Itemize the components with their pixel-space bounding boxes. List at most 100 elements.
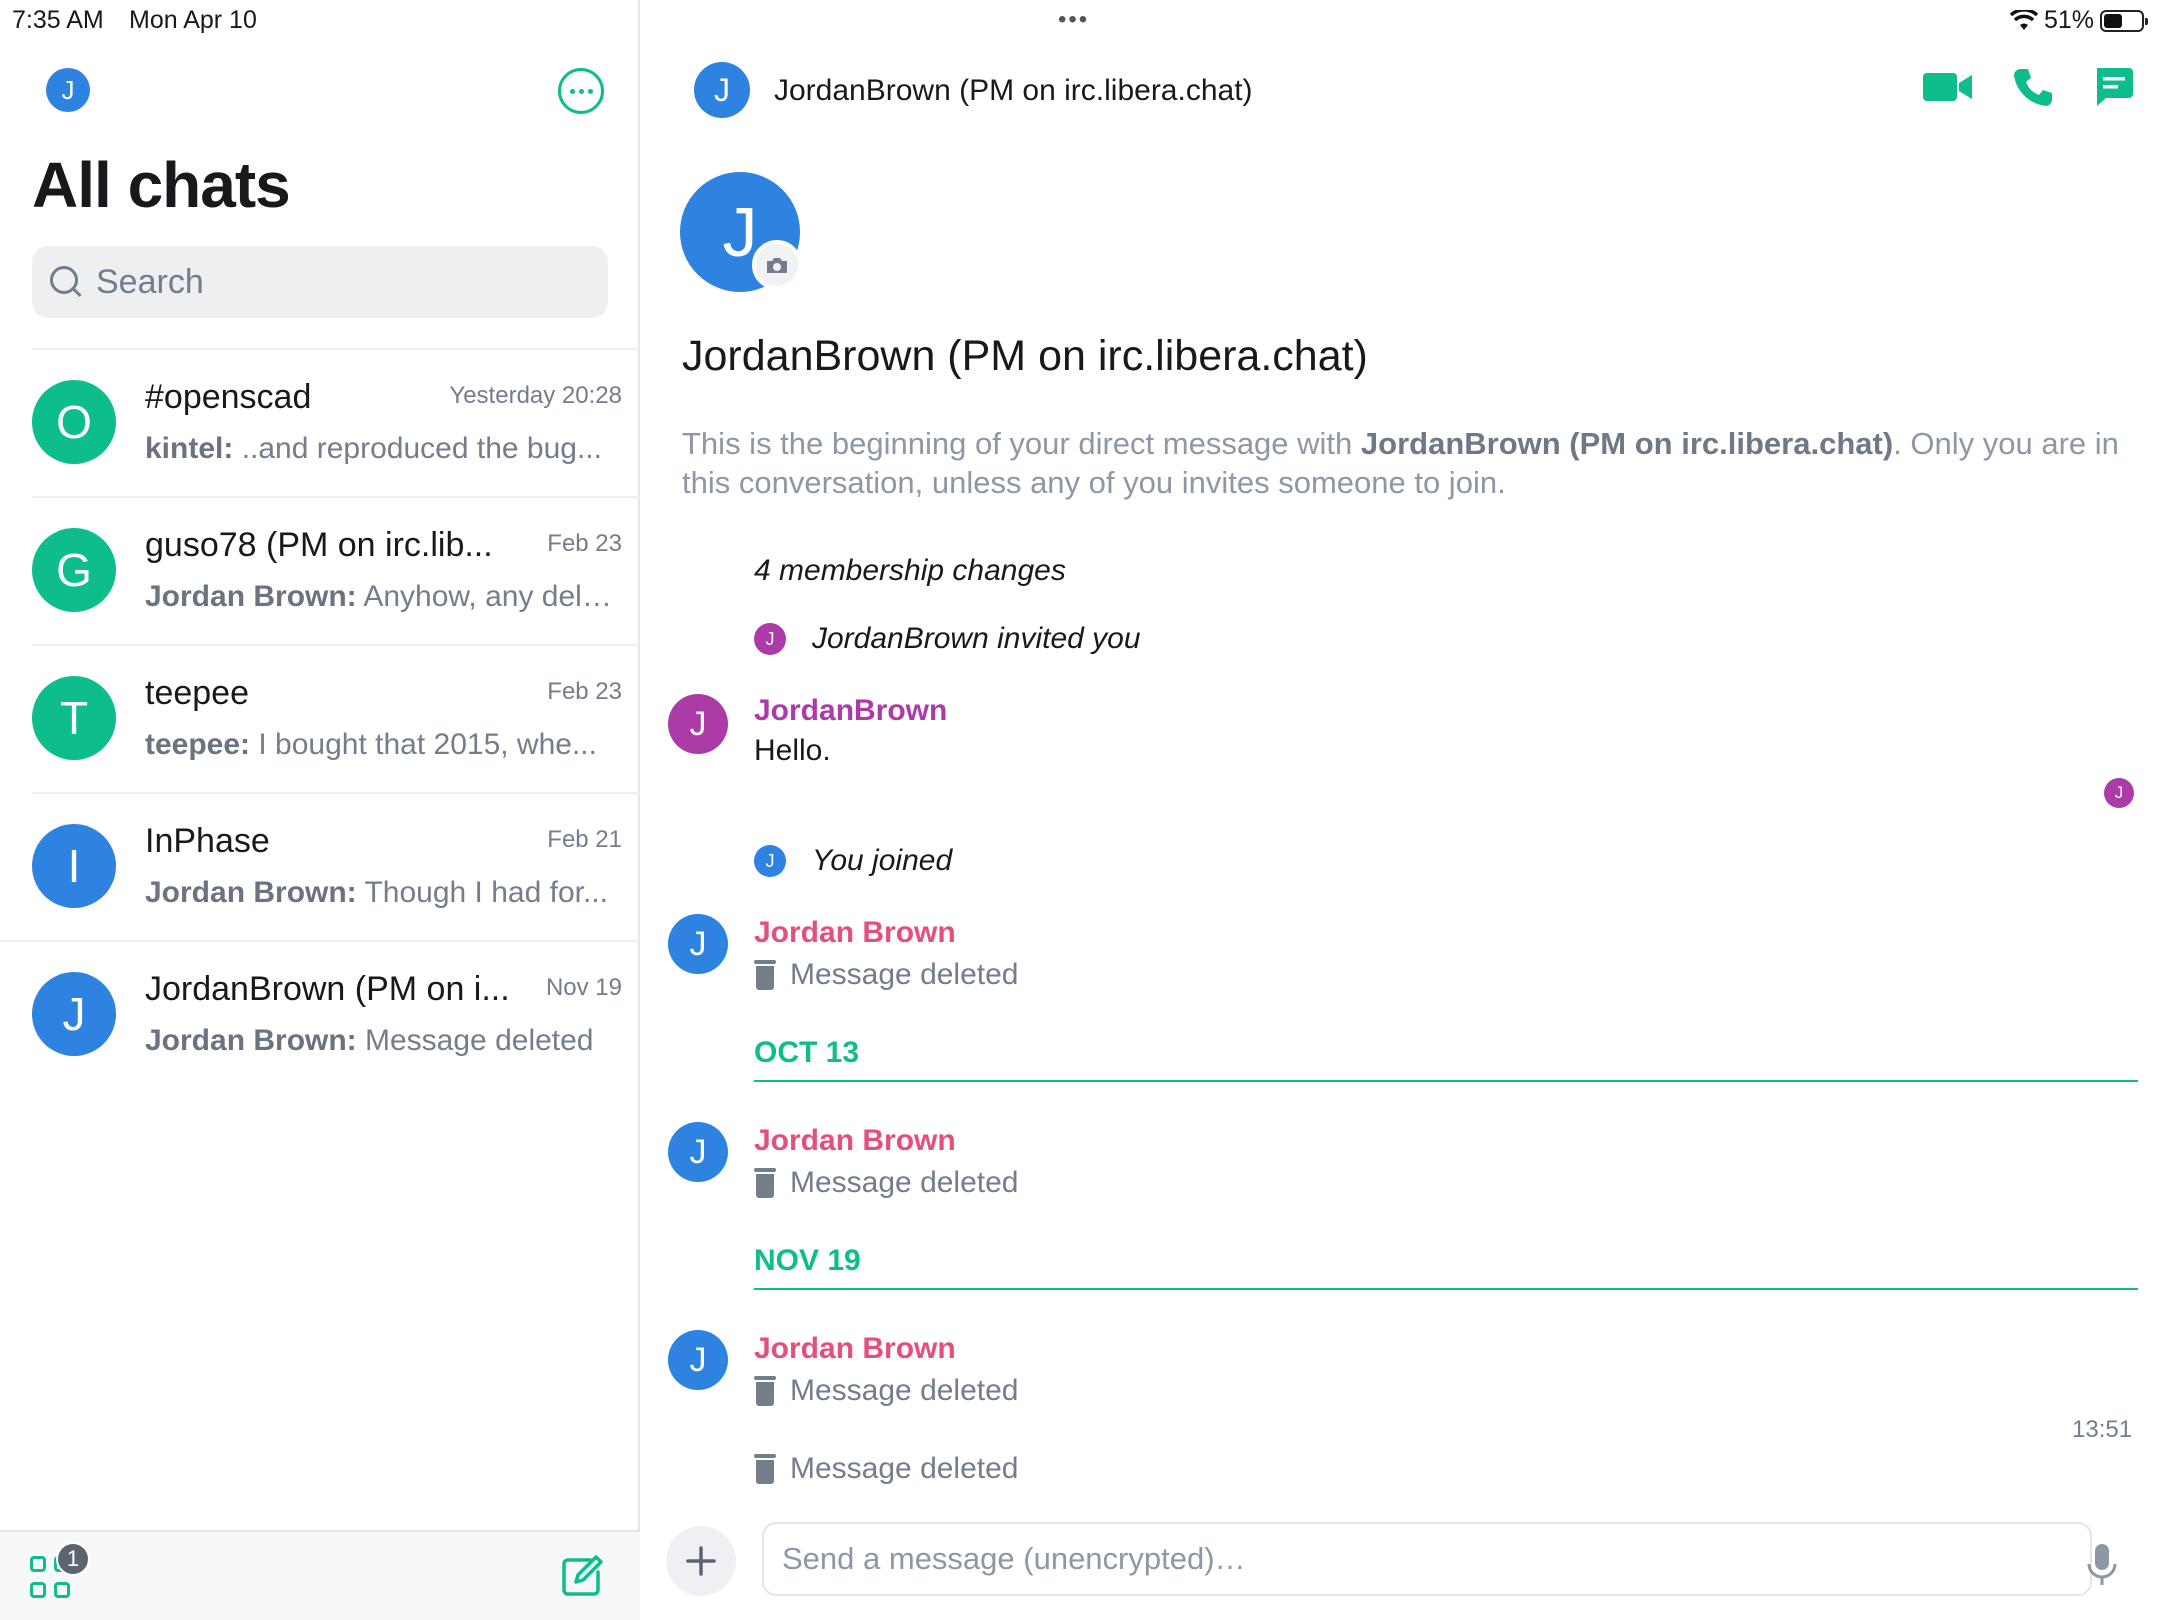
message-body: Hello. <box>754 734 831 767</box>
sender-name[interactable]: Jordan Brown <box>754 916 956 950</box>
grid-cell <box>30 1582 46 1598</box>
preview-text: ..and reproduced the bug... <box>233 432 602 465</box>
join-event: J You joined <box>754 844 952 878</box>
chat-name: #openscad <box>145 378 312 416</box>
room-name-heading: JordanBrown (PM on irc.libera.chat) <box>682 332 1368 380</box>
search-icon <box>48 264 84 300</box>
preview-text: Though I had for... <box>356 876 608 909</box>
grid-cell <box>54 1582 70 1598</box>
chat-preview: Jordan Brown: Though I had for... <box>145 876 608 910</box>
room-avatar[interactable]: J <box>694 62 750 118</box>
dot-icon <box>569 88 575 94</box>
sender-avatar[interactable]: J <box>668 694 728 754</box>
status-date: Mon Apr 10 <box>129 6 257 34</box>
join-event-text: You joined <box>812 844 953 877</box>
sender-name[interactable]: Jordan Brown <box>754 1124 956 1158</box>
chat-avatar: J <box>32 972 116 1056</box>
search-input[interactable] <box>96 262 576 302</box>
user-avatar[interactable]: J <box>46 68 90 112</box>
chat-sidebar: J All chats O #openscad Yesterday 20:28 … <box>0 0 640 1620</box>
voice-call-icon[interactable] <box>2012 66 2054 108</box>
attach-button[interactable] <box>666 1526 736 1596</box>
message-composer <box>642 1510 2160 1620</box>
chat-name: guso78 (PM on irc.lib... <box>145 526 493 564</box>
invite-event-text: JordanBrown invited you <box>812 622 1141 655</box>
sender-name[interactable]: JordanBrown <box>754 694 947 728</box>
preview-sender: Jordan Brown: <box>145 580 357 613</box>
membership-summary[interactable]: 4 membership changes <box>754 554 1066 588</box>
wifi-icon <box>2009 9 2038 30</box>
chat-name: InPhase <box>145 822 270 860</box>
room-header: J JordanBrown (PM on irc.libera.chat) <box>642 40 2160 140</box>
page-title: All chats <box>32 149 291 221</box>
dot-icon <box>578 88 584 94</box>
event-avatar: J <box>754 623 786 655</box>
chat-list-item[interactable]: I InPhase Feb 21 Jordan Brown: Though I … <box>32 792 640 940</box>
chat-list: O #openscad Yesterday 20:28 kintel: ..an… <box>0 348 640 1088</box>
deleted-message: Message deleted <box>754 1374 1019 1408</box>
deleted-message: Message deleted <box>754 1166 1019 1200</box>
status-bar: 7:35 AM Mon Apr 10 ••• 51% <box>0 0 2160 40</box>
chat-list-item[interactable]: T teepee Feb 23 teepee: I bought that 20… <box>32 644 640 792</box>
search-bar[interactable] <box>32 246 608 318</box>
microphone-icon[interactable] <box>2082 1540 2122 1590</box>
more-options-button[interactable] <box>558 68 604 114</box>
chat-name: JordanBrown (PM on i... <box>145 970 510 1008</box>
sender-avatar[interactable]: J <box>668 914 728 974</box>
sender-avatar[interactable]: J <box>668 1330 728 1390</box>
date-separator: OCT 13 <box>754 1036 2138 1082</box>
chat-list-item[interactable]: O #openscad Yesterday 20:28 kintel: ..an… <box>32 348 640 496</box>
chat-time: Yesterday 20:28 <box>449 382 622 409</box>
deleted-text: Message deleted <box>790 1452 1019 1485</box>
chat-time: Nov 19 <box>545 974 622 1001</box>
chat-list-item[interactable]: G guso78 (PM on irc.lib... Feb 23 Jordan… <box>32 496 640 644</box>
trash-icon <box>754 1168 776 1198</box>
chat-list-item-selected[interactable]: J JordanBrown (PM on i... Nov 19 Jordan … <box>0 940 640 1088</box>
deleted-text: Message deleted <box>790 1166 1019 1199</box>
notification-badge: 1 <box>56 1542 90 1576</box>
trash-icon <box>754 1454 776 1484</box>
thread-icon[interactable] <box>2092 66 2134 108</box>
chat-preview: Jordan Brown: Anyhow, any dela... <box>145 580 615 614</box>
compose-icon[interactable] <box>560 1554 604 1598</box>
room-intro-text: This is the beginning of your direct mes… <box>682 424 2122 502</box>
camera-icon[interactable] <box>752 240 802 290</box>
preview-text: Anyhow, any dela... <box>356 580 615 613</box>
preview-sender: teepee: <box>145 728 251 761</box>
sender-avatar[interactable]: J <box>668 1122 728 1182</box>
room-title[interactable]: JordanBrown (PM on irc.libera.chat) <box>774 74 1253 108</box>
event-avatar: J <box>754 845 786 877</box>
dot-icon <box>587 88 593 94</box>
intro-pre: This is the beginning of your direct mes… <box>682 426 1361 461</box>
multitasking-dots[interactable]: ••• <box>1058 6 1089 34</box>
status-right: 51% <box>2009 6 2148 35</box>
chat-avatar: T <box>32 676 116 760</box>
invite-event: J JordanBrown invited you <box>754 622 1141 656</box>
chat-name: teepee <box>145 674 249 712</box>
deleted-text: Message deleted <box>790 958 1019 991</box>
preview-sender: Jordan Brown: <box>145 876 357 909</box>
trash-icon <box>754 960 776 990</box>
chat-time: Feb 23 <box>547 678 622 705</box>
trash-icon <box>754 1376 776 1406</box>
chat-avatar: I <box>32 824 116 908</box>
battery-icon <box>2100 9 2148 32</box>
chat-preview: Jordan Brown: Message deleted <box>145 1024 594 1058</box>
date-separator: NOV 19 <box>754 1244 2138 1290</box>
preview-sender: Jordan Brown: <box>145 1024 357 1057</box>
intro-name: JordanBrown (PM on irc.libera.chat) <box>1360 426 1894 461</box>
header-actions <box>1922 66 2134 108</box>
plus-icon <box>686 1546 716 1576</box>
battery-fill <box>2104 13 2122 28</box>
sidebar-footer: 1 <box>0 1530 640 1620</box>
deleted-message: Message deleted <box>754 1452 1019 1486</box>
read-receipt-avatar[interactable]: J <box>2104 778 2134 808</box>
preview-text: Message deleted <box>356 1024 594 1057</box>
sender-name[interactable]: Jordan Brown <box>754 1332 956 1366</box>
message-input[interactable] <box>762 1522 2092 1596</box>
video-call-icon[interactable] <box>1922 69 1974 105</box>
deleted-text: Message deleted <box>790 1374 1019 1407</box>
chat-time: Feb 23 <box>547 530 622 557</box>
chat-time: Feb 21 <box>547 826 622 853</box>
status-time: 7:35 AM <box>12 6 104 34</box>
